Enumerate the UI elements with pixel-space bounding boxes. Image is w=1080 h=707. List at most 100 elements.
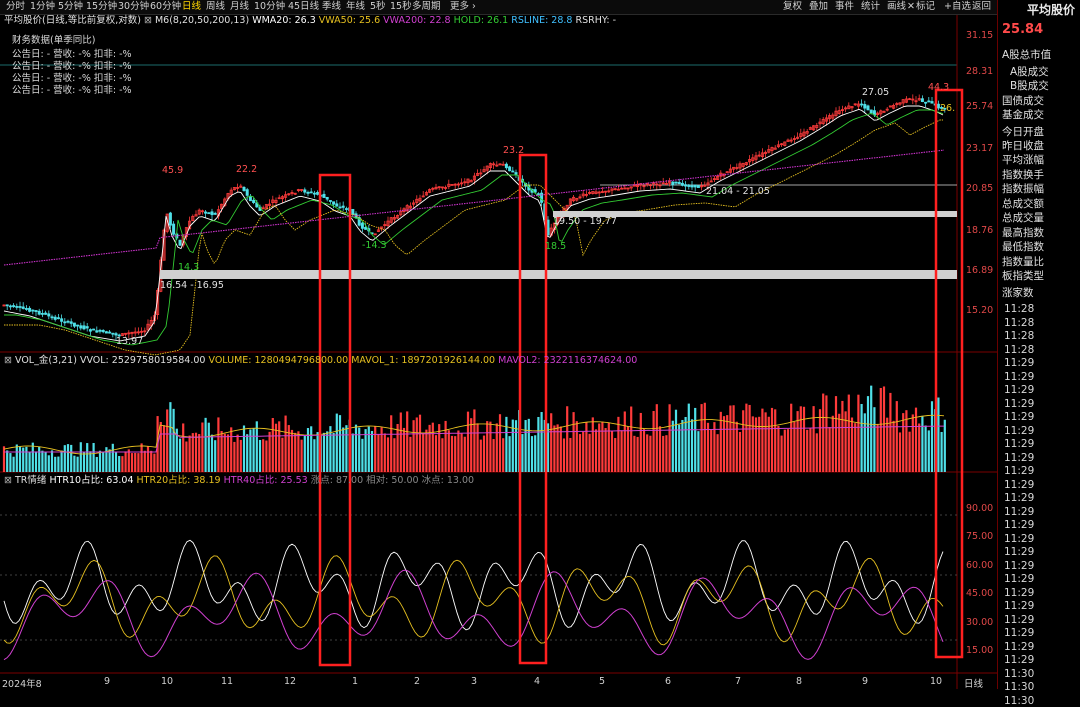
period-tab-7[interactable]: 周线: [206, 0, 225, 14]
volume-bar: [940, 431, 943, 472]
period-tab-4[interactable]: 30分钟: [118, 0, 149, 14]
close-small-icon[interactable]: ⊠: [4, 355, 12, 366]
period-tab-15[interactable]: 多周期: [412, 0, 441, 14]
volume-bar: [406, 411, 409, 472]
period-tab-2[interactable]: 5分钟: [58, 0, 83, 14]
period-tab-12[interactable]: 年线: [346, 0, 365, 14]
volume-bar: [662, 435, 665, 472]
panel-time-2: 11:28: [1004, 330, 1035, 342]
volume-bar: [553, 425, 556, 472]
panel-time-1: 11:28: [1004, 316, 1035, 329]
volume-bar: [687, 403, 690, 472]
volume-bar: [601, 421, 604, 472]
volume-bar: [514, 420, 518, 472]
period-tab-8[interactable]: 月线: [230, 0, 249, 14]
panel-time-0: 11:28: [1004, 303, 1035, 315]
volume-bar: [876, 424, 879, 472]
volume-bar: [911, 414, 914, 472]
candle-body: [696, 185, 700, 188]
right-info-panel: 平均股价 25.84 A股总市值 A股成交 B股成交 国债成交 基金成交 今日开盘 昨日收盘…: [997, 0, 1080, 707]
close-icon[interactable]: ✕: [907, 0, 915, 14]
candle-body: [15, 306, 19, 308]
toolbar-action-1[interactable]: 叠加: [809, 0, 828, 14]
volume-bar: [511, 419, 514, 472]
volume-bar: [95, 456, 98, 472]
price-y-tick-5: 18.76: [966, 225, 994, 236]
toolbar-action-0[interactable]: 复权: [783, 0, 802, 14]
volume-bar: [886, 417, 889, 472]
volume-bar: [665, 435, 668, 472]
volume-bar: [882, 386, 886, 472]
volume-bar: [809, 428, 812, 472]
volume-bar: [786, 429, 790, 472]
period-tab-3[interactable]: 15分钟: [86, 0, 117, 14]
panel-time-24: 11:29: [1004, 627, 1035, 639]
ma20-line: [4, 109, 944, 346]
close-small-icon[interactable]: ⊠: [4, 475, 12, 486]
period-tab-16[interactable]: 更多 ›: [450, 0, 476, 14]
annot-high-end: 44.3: [928, 82, 950, 93]
candle-body: [248, 196, 252, 202]
volume-bar: [262, 439, 265, 472]
mavol1-value: MAVOL_1: 1897201926144.00: [351, 355, 496, 366]
volume-bar: [70, 444, 73, 472]
tr-y-tick-3: 45.00: [966, 588, 994, 599]
volume-bar: [98, 450, 102, 472]
volume-bar: [418, 414, 422, 472]
candle-body: [341, 205, 345, 208]
volume-bar: [492, 439, 495, 472]
candle-body: [322, 193, 326, 198]
period-tab-9[interactable]: 10分钟: [254, 0, 285, 14]
close-small-icon[interactable]: ⊠: [144, 15, 152, 26]
toolbar-action-6[interactable]: +自选: [944, 0, 971, 14]
volume-bar: [143, 450, 146, 472]
toolbar-action-2[interactable]: 事件: [835, 0, 854, 14]
candle-body: [252, 199, 256, 203]
candle-body: [312, 192, 316, 195]
panel-time-19: 11:29: [1004, 559, 1035, 572]
candle-body: [56, 317, 60, 320]
volume-value: VOLUME: 1280494796800.00: [208, 355, 349, 366]
volume-bar: [726, 415, 729, 472]
volume-bar: [434, 435, 438, 472]
period-tab-13[interactable]: 5秒: [370, 0, 386, 14]
volume-bar: [658, 426, 662, 472]
volume-bar: [454, 436, 457, 472]
toolbar-action-3[interactable]: 统计: [861, 0, 880, 14]
volume-bar: [879, 387, 882, 472]
period-tab-6[interactable]: 日线: [182, 0, 201, 14]
panel-item-11: 总成交量: [1002, 212, 1044, 224]
toolbar-action-4[interactable]: 画线: [887, 0, 906, 14]
vwa200-value: VWA200: 22.8: [383, 15, 451, 26]
volume-bar: [137, 453, 140, 472]
volume-bar: [226, 434, 230, 472]
candle-body: [85, 326, 89, 329]
period-tab-5[interactable]: 60分钟: [150, 0, 181, 14]
volume-bar: [806, 429, 809, 472]
period-tab-11[interactable]: 季线: [322, 0, 341, 14]
panel-time-22: 11:29: [1004, 600, 1035, 612]
toolbar-action-5[interactable]: 标记: [916, 0, 935, 14]
annot-zone-mid: 19.50 - 19.77: [553, 216, 617, 227]
panel-item-15: 板指类型: [1002, 270, 1044, 282]
period-tab-10[interactable]: 45日线: [288, 0, 319, 14]
period-tab-14[interactable]: 15秒: [390, 0, 412, 14]
period-tab-0[interactable]: 分时: [6, 0, 25, 14]
stock-chart[interactable]: [0, 15, 997, 689]
volume-bar: [86, 443, 89, 472]
x-axis-label-10: 6: [665, 676, 672, 687]
volume-bar: [425, 429, 428, 472]
panel-item-14: 指数量比: [1002, 256, 1044, 268]
candle-body: [671, 181, 675, 186]
period-tab-1[interactable]: 1分钟: [30, 0, 55, 14]
toolbar-action-7[interactable]: 返回: [972, 0, 991, 14]
candle-body: [76, 324, 80, 327]
candle-body: [88, 329, 92, 332]
volume-bar: [486, 421, 489, 472]
candle-body: [316, 192, 320, 195]
candle-body: [930, 101, 934, 104]
x-axis-label-12: 8: [796, 676, 803, 687]
volume-bar: [751, 416, 754, 472]
tr-y-tick-2: 60.00: [966, 560, 994, 571]
volume-bar: [44, 451, 47, 472]
